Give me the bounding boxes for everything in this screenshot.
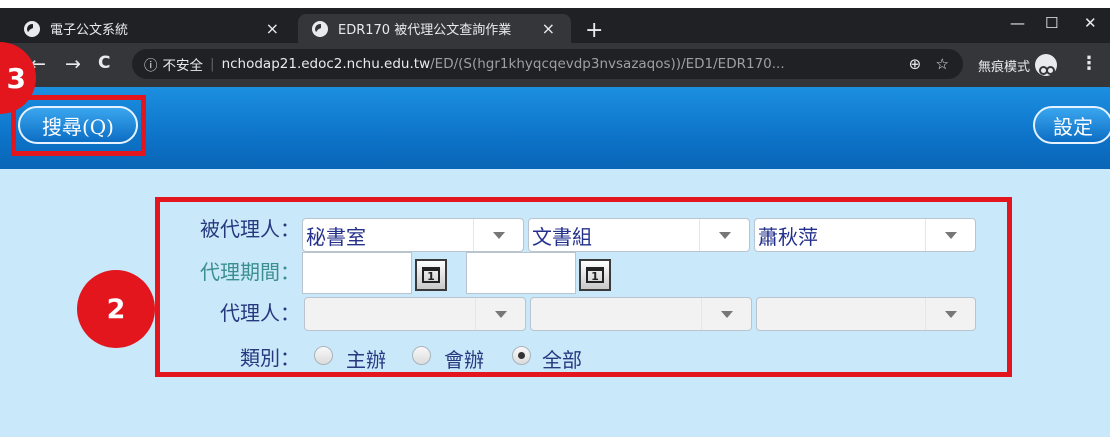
url-host: nchodap21.edoc2.nchu.edu.tw [221,56,431,72]
address-row: ← → C ⓘ 不安全 | nchodap21.edoc2.nchu.edu.t… [0,43,1110,87]
separator: | [210,56,215,72]
step-badge-2: 2 [77,270,155,348]
incognito-icon [1035,54,1057,76]
highlight-box-2 [155,197,1012,377]
forward-button[interactable]: → [65,53,81,75]
info-icon[interactable]: ⓘ [144,54,158,74]
window-close-button[interactable]: ✕ [1084,14,1097,32]
tab-title: EDR170 被代理公文查詢作業 [338,23,512,38]
page-toolbar: 搜尋(Q) 設定 [0,87,1110,169]
menu-icon[interactable]: ⋮ [1080,53,1098,74]
reload-button[interactable]: C [98,53,110,73]
browser-top-strip [0,0,1110,8]
globe-icon [24,20,40,37]
tab-edr170[interactable]: EDR170 被代理公文查詢作業 × [298,14,571,43]
url-path: /ED/(S(hgr1khyqcqevdp3nvsazaqos))/ED1/ED… [430,56,785,72]
close-icon[interactable]: × [542,19,555,38]
minimize-button[interactable]: — [1010,14,1025,32]
tab-bar: 電子公文系統 × EDR170 被代理公文查詢作業 × + — ☐ ✕ [0,8,1110,43]
close-icon[interactable]: × [266,19,279,38]
tab-edoc-system[interactable]: 電子公文系統 × [10,14,295,43]
maximize-button[interactable]: ☐ [1045,14,1058,32]
security-text: 不安全 [162,58,204,74]
globe-icon [312,20,328,37]
settings-button[interactable]: 設定 [1033,106,1110,144]
address-bar[interactable]: ⓘ 不安全 | nchodap21.edoc2.nchu.edu.tw /ED/… [132,49,963,79]
tab-title: 電子公文系統 [50,23,129,38]
zoom-star-icons[interactable]: ⊕ ☆ [909,55,949,73]
incognito-label: 無痕模式 [978,60,1031,75]
new-tab-button[interactable]: + [585,18,603,43]
highlight-box-3 [11,95,146,156]
